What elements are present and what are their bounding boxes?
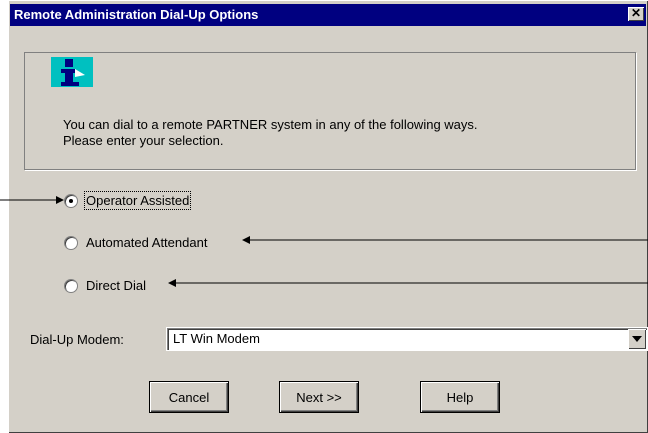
dropdown-button[interactable] [628, 329, 646, 349]
info-panel: You can dial to a remote PARTNER system … [24, 52, 636, 170]
radio-direct-dial[interactable]: Direct Dial [64, 278, 146, 293]
annotation-arrow-left [0, 196, 64, 204]
radio-label-direct-dial: Direct Dial [86, 278, 146, 293]
annotation-arrow-direct [168, 279, 648, 287]
radio-label-operator-assisted: Operator Assisted [83, 191, 192, 210]
window-title: Remote Administration Dial-Up Options [14, 7, 259, 22]
modem-value: LT Win Modem [173, 331, 260, 346]
next-button[interactable]: Next >> [279, 381, 359, 413]
info-line-1: You can dial to a remote PARTNER system … [63, 117, 478, 132]
radio-button[interactable] [64, 278, 78, 293]
info-text: You can dial to a remote PARTNER system … [63, 117, 478, 149]
radio-button[interactable] [64, 235, 78, 250]
radio-automated-attendant[interactable]: Automated Attendant [64, 235, 207, 250]
modem-select[interactable]: LT Win Modem [166, 327, 648, 351]
cancel-button[interactable]: Cancel [149, 381, 229, 413]
radio-operator-assisted[interactable]: Operator Assisted [64, 191, 192, 210]
info-icon [51, 57, 93, 87]
chevron-down-icon [632, 336, 642, 342]
dialog-window: Remote Administration Dial-Up Options ✕ … [8, 0, 648, 433]
title-bar[interactable]: Remote Administration Dial-Up Options ✕ [10, 4, 646, 26]
annotation-arrow-automated [242, 236, 648, 244]
help-button[interactable]: Help [420, 381, 500, 413]
info-line-2: Please enter your selection. [63, 133, 224, 148]
radio-label-automated-attendant: Automated Attendant [86, 235, 208, 250]
modem-label: Dial-Up Modem: [30, 332, 124, 347]
close-button[interactable]: ✕ [628, 7, 644, 21]
